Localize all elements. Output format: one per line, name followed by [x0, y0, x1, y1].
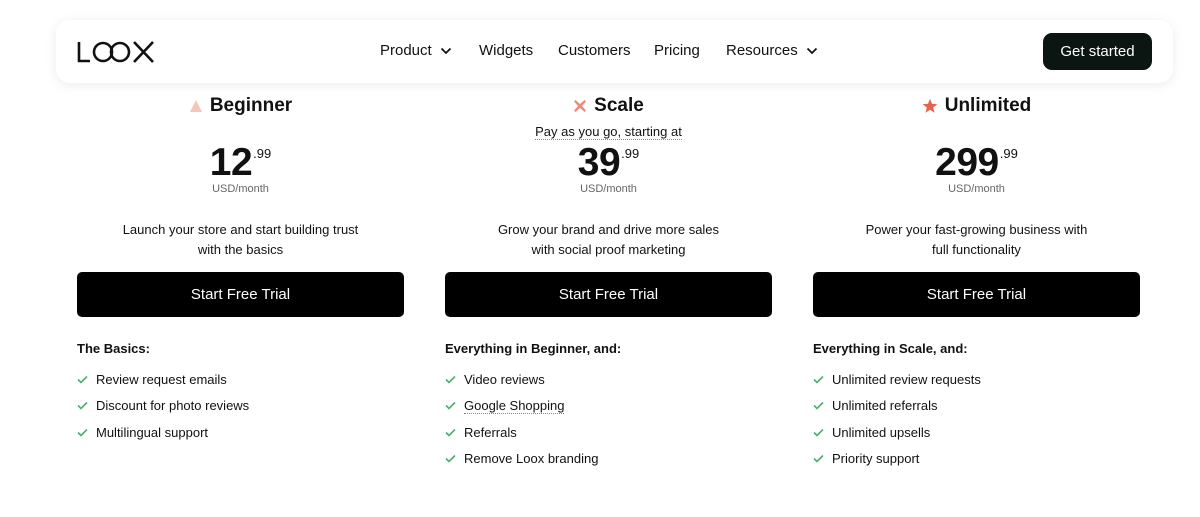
- feature-label: Referrals: [464, 424, 517, 440]
- check-icon: [445, 428, 456, 437]
- feature-label: Multilingual support: [96, 424, 209, 440]
- feature-item: Video reviews: [445, 366, 598, 393]
- price-amount: 12: [209, 141, 253, 184]
- plan-header: Beginner: [77, 95, 404, 117]
- feature-label: Unlimited upsells: [832, 424, 931, 440]
- plan-description-line: with the basics: [197, 242, 284, 257]
- plan-description: Launch your store and start building tru…: [107, 220, 374, 260]
- get-started-button[interactable]: Get started: [1043, 33, 1152, 70]
- check-icon: [77, 402, 88, 410]
- nav-item-pricing[interactable]: Pricing: [654, 42, 700, 59]
- top-navbar: Product Widgets Customers Pricing Resour…: [56, 20, 1173, 83]
- check-icon: [445, 402, 456, 410]
- plan-price: 39 .99: [445, 142, 772, 184]
- plan-name: Unlimited: [944, 95, 1032, 116]
- feature-label: Remove Loox branding: [464, 451, 599, 467]
- features-title: The Basics:: [77, 341, 150, 356]
- price-unit: USD/month: [212, 183, 269, 195]
- triangle-icon: [189, 100, 202, 112]
- plan-price: 12 .99: [77, 142, 404, 184]
- feature-label: Unlimited referrals: [832, 398, 938, 414]
- plan-description: Grow your brand and drive more sales wit…: [475, 220, 742, 260]
- plan-description: Power your fast-growing business with fu…: [843, 220, 1110, 260]
- feature-item: Priority support: [813, 446, 981, 473]
- plan-price: 299 .99: [813, 142, 1140, 184]
- feature-label[interactable]: Google Shopping: [464, 398, 565, 414]
- price-amount: 39: [577, 141, 621, 184]
- feature-item: Review request emails: [77, 366, 249, 393]
- plan-name: Beginner: [209, 95, 293, 116]
- check-icon: [813, 402, 824, 410]
- star-icon: [922, 98, 938, 113]
- start-free-trial-button[interactable]: Start Free Trial: [445, 272, 772, 317]
- chevron-down-icon: [440, 47, 451, 54]
- feature-item: Unlimited referrals: [813, 393, 981, 420]
- check-icon: [813, 455, 824, 463]
- nav-item-label: Customers: [558, 42, 631, 59]
- feature-label: Video reviews: [464, 371, 545, 387]
- nav-links: Product Widgets Customers Pricing Resour…: [56, 20, 1173, 83]
- price-cents: .99: [621, 146, 640, 161]
- nav-item-label: Resources: [726, 42, 798, 59]
- plan-description-line: Launch your store and start building tru…: [122, 222, 359, 237]
- price-unit: USD/month: [580, 183, 637, 195]
- feature-item: Discount for photo reviews: [77, 393, 249, 420]
- feature-item: Unlimited review requests: [813, 366, 981, 393]
- price-amount: 299: [935, 141, 999, 184]
- feature-label: Unlimited review requests: [832, 371, 981, 387]
- nav-item-label: Pricing: [654, 42, 700, 59]
- feature-list: Review request emails Discount for photo…: [77, 366, 249, 446]
- plan-subtitle-text: Pay as you go, starting at: [535, 124, 682, 140]
- feature-item: Unlimited upsells: [813, 419, 981, 446]
- feature-label: Priority support: [832, 451, 920, 467]
- price-cents: .99: [999, 146, 1018, 161]
- feature-item: Google Shopping: [445, 393, 598, 420]
- feature-list: Unlimited review requests Unlimited refe…: [813, 366, 981, 472]
- nav-item-widgets[interactable]: Widgets: [479, 42, 533, 59]
- feature-label: Discount for photo reviews: [96, 398, 250, 414]
- check-icon: [813, 375, 824, 384]
- check-icon: [445, 455, 456, 463]
- plan-name: Scale: [594, 95, 644, 116]
- feature-item: Remove Loox branding: [445, 446, 598, 473]
- plan-subtitle: Pay as you go, starting at: [445, 124, 772, 140]
- nav-item-product[interactable]: Product: [380, 42, 452, 59]
- features-title: Everything in Scale, and:: [813, 341, 968, 356]
- check-icon: [77, 375, 88, 384]
- plan-description-line: full functionality: [932, 242, 1021, 257]
- feature-label: Review request emails: [96, 371, 227, 387]
- plan-description-line: Power your fast-growing business with: [865, 222, 1088, 237]
- chevron-down-icon: [806, 47, 817, 54]
- start-free-trial-button[interactable]: Start Free Trial: [813, 272, 1140, 317]
- check-icon: [77, 428, 88, 437]
- feature-item: Multilingual support: [77, 419, 249, 446]
- feature-list: Video reviews Google Shopping Referrals …: [445, 366, 598, 472]
- plan-header: Scale: [445, 95, 772, 117]
- feature-item: Referrals: [445, 419, 598, 446]
- nav-item-label: Product: [380, 42, 432, 59]
- x-star-icon: [574, 100, 587, 112]
- check-icon: [813, 428, 824, 437]
- features-title: Everything in Beginner, and:: [445, 341, 622, 356]
- plan-description-line: with social proof marketing: [531, 242, 686, 257]
- nav-item-label: Widgets: [479, 42, 534, 59]
- check-icon: [445, 375, 456, 384]
- plan-description-line: Grow your brand and drive more sales: [497, 222, 720, 237]
- plan-header: Unlimited: [813, 95, 1140, 117]
- nav-item-customers[interactable]: Customers: [558, 42, 631, 59]
- start-free-trial-button[interactable]: Start Free Trial: [77, 272, 404, 317]
- price-cents: .99: [253, 146, 272, 161]
- nav-item-resources[interactable]: Resources: [726, 42, 818, 59]
- price-unit: USD/month: [948, 183, 1005, 195]
